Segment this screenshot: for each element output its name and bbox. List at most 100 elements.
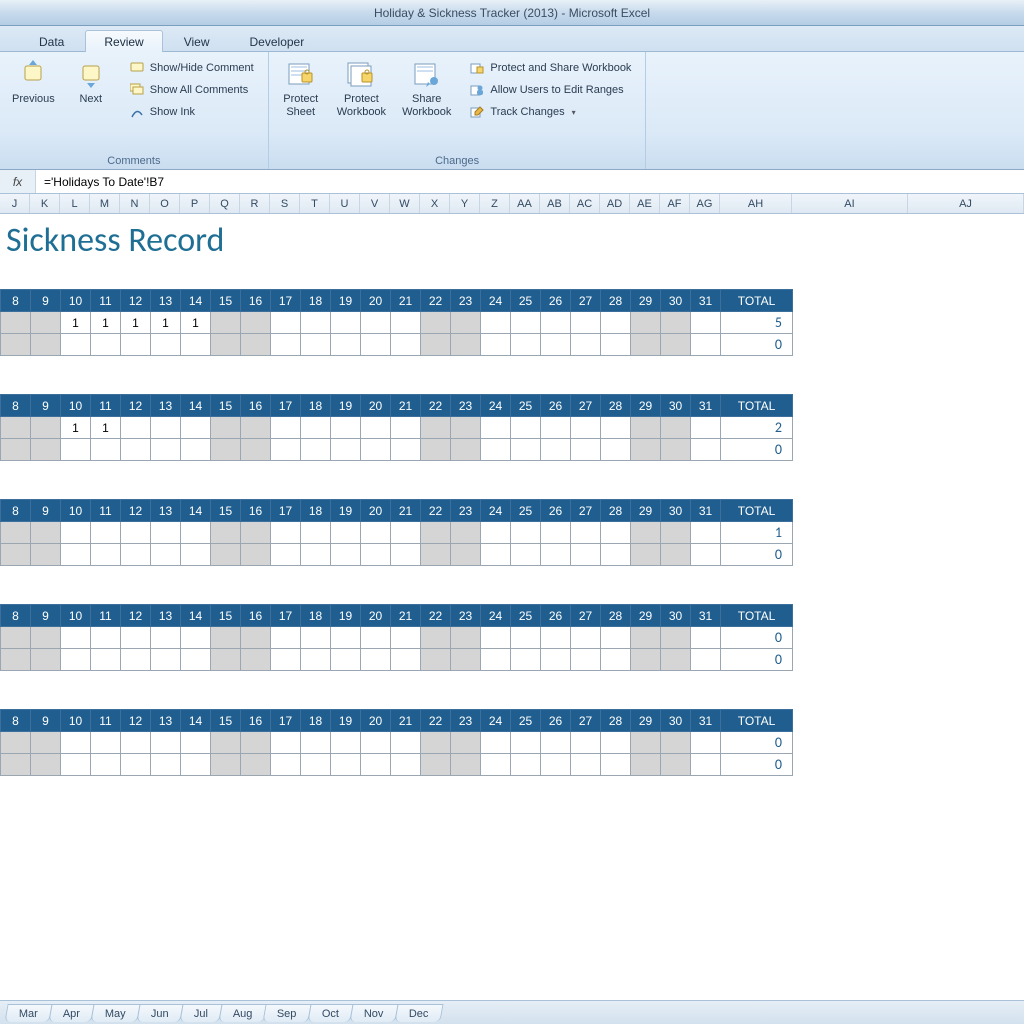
day-cell[interactable] xyxy=(691,522,721,544)
sheet-tab[interactable]: Oct xyxy=(307,1004,353,1022)
day-cell[interactable] xyxy=(511,334,541,356)
tab-review[interactable]: Review xyxy=(85,30,162,52)
day-cell[interactable] xyxy=(421,754,451,776)
column-header[interactable]: Y xyxy=(450,194,480,213)
day-cell[interactable] xyxy=(241,312,271,334)
sheet-tab[interactable]: Apr xyxy=(48,1004,94,1022)
day-cell[interactable] xyxy=(211,439,241,461)
day-cell[interactable] xyxy=(661,334,691,356)
day-cell[interactable] xyxy=(511,417,541,439)
day-cell[interactable] xyxy=(631,312,661,334)
day-cell[interactable] xyxy=(211,312,241,334)
day-cell[interactable] xyxy=(631,417,661,439)
protect-share-button[interactable]: Protect and Share Workbook xyxy=(465,58,635,78)
day-cell[interactable] xyxy=(661,522,691,544)
day-cell[interactable] xyxy=(481,627,511,649)
day-cell[interactable] xyxy=(91,544,121,566)
day-cell[interactable] xyxy=(271,732,301,754)
day-cell[interactable] xyxy=(541,522,571,544)
day-cell[interactable] xyxy=(61,439,91,461)
day-cell[interactable] xyxy=(691,627,721,649)
day-cell[interactable] xyxy=(1,312,31,334)
day-cell[interactable] xyxy=(421,417,451,439)
day-cell[interactable] xyxy=(271,544,301,566)
day-cell[interactable] xyxy=(1,649,31,671)
day-cell[interactable] xyxy=(31,754,61,776)
day-cell[interactable] xyxy=(331,312,361,334)
day-cell[interactable] xyxy=(421,649,451,671)
allow-users-button[interactable]: Allow Users to Edit Ranges xyxy=(465,80,635,100)
day-cell[interactable] xyxy=(391,649,421,671)
column-header[interactable]: AG xyxy=(690,194,720,213)
day-cell[interactable] xyxy=(571,312,601,334)
day-cell[interactable] xyxy=(331,732,361,754)
day-cell[interactable] xyxy=(421,439,451,461)
day-cell[interactable] xyxy=(301,732,331,754)
column-header[interactable]: W xyxy=(390,194,420,213)
day-cell[interactable] xyxy=(121,334,151,356)
day-cell[interactable] xyxy=(661,732,691,754)
column-header[interactable]: O xyxy=(150,194,180,213)
day-cell[interactable] xyxy=(391,417,421,439)
day-cell[interactable] xyxy=(391,544,421,566)
day-cell[interactable] xyxy=(511,312,541,334)
day-cell[interactable] xyxy=(541,312,571,334)
day-cell[interactable] xyxy=(331,417,361,439)
day-cell[interactable] xyxy=(211,627,241,649)
day-cell[interactable] xyxy=(151,544,181,566)
share-workbook-button[interactable]: Share Workbook xyxy=(396,56,457,120)
formula-input[interactable] xyxy=(36,170,1024,193)
day-cell[interactable] xyxy=(301,312,331,334)
day-cell[interactable] xyxy=(1,627,31,649)
day-cell[interactable] xyxy=(661,439,691,461)
day-cell[interactable] xyxy=(31,544,61,566)
day-cell[interactable] xyxy=(631,754,661,776)
day-cell[interactable] xyxy=(331,334,361,356)
day-cell[interactable] xyxy=(421,334,451,356)
day-cell[interactable] xyxy=(601,312,631,334)
sheet-tab[interactable]: Jun xyxy=(136,1004,183,1022)
day-cell[interactable] xyxy=(601,627,631,649)
day-cell[interactable] xyxy=(451,544,481,566)
day-cell[interactable] xyxy=(151,627,181,649)
day-cell[interactable] xyxy=(391,312,421,334)
day-cell[interactable] xyxy=(481,334,511,356)
day-cell[interactable] xyxy=(451,312,481,334)
column-header[interactable]: J xyxy=(0,194,30,213)
day-cell[interactable] xyxy=(31,312,61,334)
day-cell[interactable] xyxy=(31,627,61,649)
day-cell[interactable] xyxy=(691,417,721,439)
day-cell[interactable] xyxy=(451,627,481,649)
day-cell[interactable] xyxy=(571,439,601,461)
sheet-tab[interactable]: Nov xyxy=(349,1004,398,1022)
day-cell[interactable] xyxy=(301,439,331,461)
day-cell[interactable] xyxy=(511,732,541,754)
column-header[interactable]: Q xyxy=(210,194,240,213)
day-cell[interactable] xyxy=(271,754,301,776)
day-cell[interactable] xyxy=(391,439,421,461)
day-cell[interactable] xyxy=(301,754,331,776)
day-cell[interactable] xyxy=(571,649,601,671)
column-header[interactable]: AE xyxy=(630,194,660,213)
day-cell[interactable] xyxy=(61,544,91,566)
day-cell[interactable] xyxy=(181,417,211,439)
day-cell[interactable] xyxy=(211,649,241,671)
worksheet[interactable]: Sickness Record 891011121314151617181920… xyxy=(0,214,1024,1000)
show-all-comments-button[interactable]: Show All Comments xyxy=(125,80,258,100)
day-cell[interactable] xyxy=(571,417,601,439)
day-cell[interactable] xyxy=(91,334,121,356)
day-cell[interactable] xyxy=(61,732,91,754)
tab-view[interactable]: View xyxy=(165,30,229,52)
day-cell[interactable] xyxy=(361,417,391,439)
day-cell[interactable] xyxy=(331,544,361,566)
day-cell[interactable] xyxy=(91,439,121,461)
day-cell[interactable] xyxy=(301,522,331,544)
day-cell[interactable] xyxy=(601,649,631,671)
day-cell[interactable] xyxy=(571,522,601,544)
day-cell[interactable] xyxy=(241,544,271,566)
sheet-tab[interactable]: Dec xyxy=(394,1004,443,1022)
column-header[interactable]: AB xyxy=(540,194,570,213)
day-cell[interactable] xyxy=(181,732,211,754)
day-cell[interactable] xyxy=(331,522,361,544)
day-cell[interactable] xyxy=(181,627,211,649)
